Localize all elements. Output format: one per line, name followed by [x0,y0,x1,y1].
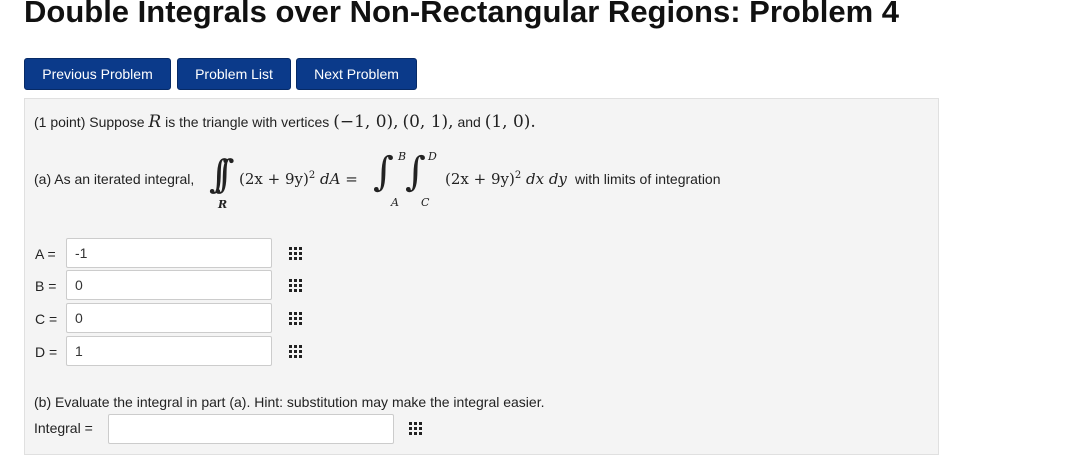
vertex-1: (−1, 0), [333,112,399,132]
triangle-text: is the triangle with vertices [165,114,330,130]
equation-editor-icon[interactable] [289,345,303,359]
answer-d-input[interactable] [66,336,272,366]
answer-c-label: C = [35,311,58,327]
answer-a-label: A = [35,246,56,262]
intro-text: Suppose [89,114,145,130]
inner-integral-sign: ∫ [405,149,426,195]
answer-d-label: D = [35,344,58,360]
integral-answer-input[interactable] [108,414,394,444]
part-b-text: (b) Evaluate the integral in part (a). H… [34,394,545,410]
da-text: dA = [320,170,358,188]
integrand-expression: (2x + 9y) [239,170,309,188]
integrand-expression-right: (2x + 9y) [445,170,515,188]
equation-editor-icon[interactable] [289,312,303,326]
problem-list-button[interactable]: Problem List [177,58,291,90]
and-text: and [457,114,481,130]
integrand-exponent: 2 [308,170,316,181]
dxdy-text: dx dy [526,170,567,188]
integrand-left: (2x + 9y)2 dA = [239,170,358,188]
part-a-intro: (a) As an iterated integral, [34,171,195,187]
vertex-2: (0, 1), [402,112,454,132]
answer-c-input[interactable] [66,303,272,333]
limits-text: with limits of integration [575,171,721,187]
integral-answer-label: Integral = [34,420,93,436]
limit-d: D [428,150,437,163]
limit-a: A [391,196,399,209]
equation-editor-icon[interactable] [409,422,423,436]
answer-b-label: B = [35,278,57,294]
region-symbol: R [148,112,162,132]
answer-b-input[interactable] [66,270,272,300]
integrand-exponent-right: 2 [514,170,522,181]
equation-editor-icon[interactable] [289,247,303,261]
page-title: Double Integrals over Non-Rectangular Re… [24,0,900,29]
double-integral-sign: ∫∫ [209,152,234,196]
next-problem-button[interactable]: Next Problem [296,58,417,90]
problem-statement: (1 point) Suppose R is the triangle with… [34,112,536,132]
outer-integral-sign: ∫ [373,149,394,195]
limit-c: C [421,196,430,209]
answer-a-input[interactable] [66,238,272,268]
previous-problem-button[interactable]: Previous Problem [24,58,171,90]
vertex-3: (1, 0). [484,112,536,132]
region-subscript: R [218,198,228,211]
integrand-right: (2x + 9y)2 dx dy [445,170,567,188]
equation-editor-icon[interactable] [289,279,303,293]
points-text: (1 point) [34,114,86,130]
